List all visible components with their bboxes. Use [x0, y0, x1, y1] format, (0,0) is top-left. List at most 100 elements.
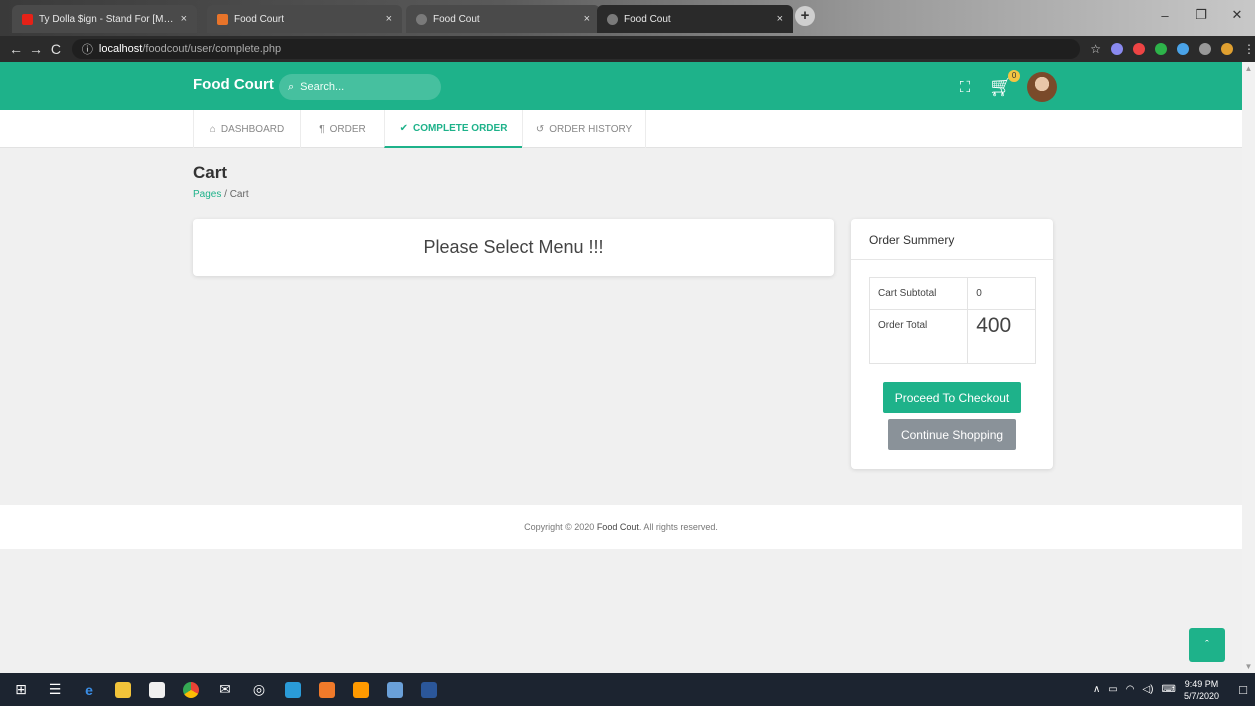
keyboard-icon[interactable]: ⌨: [1162, 684, 1176, 695]
close-tab-icon[interactable]: ×: [386, 13, 392, 25]
notification-icon[interactable]: □: [1231, 682, 1255, 697]
close-tab-icon[interactable]: ×: [584, 13, 590, 25]
cart-count-badge: 0: [1008, 70, 1021, 82]
chrome-icon[interactable]: [176, 675, 206, 705]
tab-order-history[interactable]: ↺ ORDER HISTORY: [522, 110, 646, 148]
clock[interactable]: 9:49 PM 5/7/2020: [1184, 678, 1219, 702]
close-tab-icon[interactable]: ×: [181, 13, 187, 25]
copyright-text: Copyright © 2020: [524, 522, 597, 532]
breadcrumb: Pages / Cart: [193, 189, 249, 200]
scroll-down-arrow-icon[interactable]: ▼: [1242, 662, 1255, 671]
table-row: Cart Subtotal 0: [868, 277, 1036, 310]
windows-taskbar: ⊞ ☰ e ✉ ◎ ∧ ▭ ◠ ◁) ⌨ 9:49 PM 5/7/2020 □: [0, 673, 1255, 706]
clock-date: 5/7/2020: [1183, 690, 1219, 701]
url-path: /foodcout/user/complete.php: [142, 43, 282, 55]
maximize-button[interactable]: ❐: [1183, 0, 1219, 30]
bookmark-star-icon[interactable]: ☆: [1090, 42, 1101, 56]
window-controls: – ❐ ✕: [1147, 0, 1255, 30]
profile-icon[interactable]: [1221, 43, 1233, 55]
tab-label: ORDER HISTORY: [549, 123, 633, 135]
extension-icon[interactable]: [1199, 43, 1211, 55]
globe-icon: [416, 13, 427, 25]
breadcrumb-current: Cart: [229, 189, 249, 200]
empty-cart-message: Please Select Menu !!!: [423, 237, 604, 257]
volume-icon[interactable]: ◁): [1142, 684, 1153, 695]
browser-tab-youtube[interactable]: Ty Dolla $ign - Stand For [M… ×: [12, 5, 197, 33]
back-arrow-icon[interactable]: ←: [6, 41, 26, 57]
address-bar: ← → C ⓘ localhost /foodcout/user/complet…: [0, 36, 1255, 62]
tab-order[interactable]: ¶ ORDER: [300, 110, 384, 148]
page-title: Cart: [193, 163, 228, 182]
tab-complete-order[interactable]: ✔ COMPLETE ORDER: [384, 110, 522, 148]
battery-icon[interactable]: ▭: [1108, 684, 1117, 695]
file-explorer-icon[interactable]: [108, 675, 138, 705]
header-icons: ⛶ 🛒︎ 0: [955, 70, 1058, 102]
tab-dashboard[interactable]: ⌂ DASHBOARD: [193, 110, 300, 148]
wifi-icon[interactable]: ◠: [1126, 684, 1135, 695]
breadcrumb-pages-link[interactable]: Pages: [193, 189, 221, 200]
tab-title: Food Cout: [624, 13, 671, 25]
info-icon[interactable]: ⓘ: [82, 41, 93, 57]
globe-icon: [607, 13, 618, 25]
extension-icon[interactable]: [1111, 43, 1123, 55]
system-tray: ∧ ▭ ◠ ◁) ⌨ 9:49 PM 5/7/2020 □: [1093, 673, 1255, 706]
forward-arrow-icon[interactable]: →: [26, 41, 46, 57]
xampp-icon[interactable]: [312, 675, 342, 705]
cart-card: Please Select Menu !!!: [193, 219, 834, 276]
proceed-to-checkout-button[interactable]: Proceed To Checkout: [883, 382, 1021, 413]
extension-icon[interactable]: [1155, 43, 1167, 55]
browser-tab-food-cout-active[interactable]: Food Cout ×: [597, 5, 793, 33]
tab-label: COMPLETE ORDER: [412, 122, 508, 134]
edge-icon[interactable]: e: [74, 675, 104, 705]
extension-icon[interactable]: [1133, 43, 1145, 55]
tab-title: Ty Dolla $ign - Stand For [M…: [39, 13, 174, 25]
word-icon[interactable]: [414, 675, 444, 705]
close-tab-icon[interactable]: ×: [777, 13, 783, 25]
search-box[interactable]: ⌕: [279, 74, 441, 100]
summary-table: Cart Subtotal 0 Order Total 400: [868, 277, 1036, 364]
close-window-button[interactable]: ✕: [1219, 0, 1255, 30]
browser-tab-food-court[interactable]: Food Court ×: [207, 5, 402, 33]
windows-start-icon[interactable]: ⊞: [6, 675, 36, 705]
page-scrollbar[interactable]: ▲ ▼: [1242, 62, 1255, 673]
paint-icon[interactable]: [380, 675, 410, 705]
continue-shopping-button[interactable]: Continue Shopping: [888, 419, 1016, 450]
store-icon[interactable]: [142, 675, 172, 705]
home-icon: ⌂: [209, 123, 216, 135]
tray-chevron-icon[interactable]: ∧: [1093, 684, 1100, 695]
tab-label: DASHBOARD: [220, 123, 285, 135]
clock-time: 9:49 PM: [1184, 678, 1219, 689]
media-icon[interactable]: ◎: [244, 675, 274, 705]
scroll-to-top-button[interactable]: ˆ: [1189, 628, 1225, 662]
cart-icon[interactable]: 🛒︎ 0: [989, 70, 1021, 99]
extensions-area: ☆ ⋮: [1090, 42, 1255, 56]
search-icon: ⌕: [288, 80, 295, 93]
footer-brand-link[interactable]: Food Cout: [597, 522, 639, 532]
scroll-up-arrow-icon[interactable]: ▲: [1242, 64, 1255, 73]
table-row: Order Total 400: [868, 309, 1036, 364]
browser-tab-food-cout[interactable]: Food Cout ×: [406, 5, 600, 33]
brand-logo[interactable]: Food Court: [193, 76, 274, 93]
sublime-icon[interactable]: [346, 675, 376, 705]
extension-icon[interactable]: [1177, 43, 1189, 55]
search-input[interactable]: [300, 81, 421, 93]
app-icon[interactable]: [278, 675, 308, 705]
new-tab-button[interactable]: +: [795, 6, 815, 26]
fullscreen-icon[interactable]: ⛶: [955, 79, 975, 96]
copyright-suffix: . All rights reserved.: [638, 522, 718, 532]
cutlery-icon: ¶: [319, 123, 325, 135]
mail-icon[interactable]: ✉: [210, 675, 240, 705]
order-summary-card: Order Summery Cart Subtotal 0 Order Tota…: [851, 219, 1053, 469]
task-view-icon[interactable]: ☰: [40, 675, 70, 705]
avatar[interactable]: [1027, 72, 1058, 102]
url-field[interactable]: ⓘ localhost /foodcout/user/complete.php: [71, 39, 1081, 59]
order-total-value: 400: [967, 309, 1036, 364]
footer: Copyright © 2020 Food Cout. All rights r…: [0, 505, 1242, 549]
order-total-label: Order Total: [868, 309, 969, 364]
minimize-button[interactable]: –: [1147, 0, 1183, 30]
reload-icon[interactable]: C: [46, 41, 66, 57]
browser-menu-icon[interactable]: ⋮: [1243, 42, 1255, 56]
tab-label: ORDER: [329, 123, 366, 135]
breadcrumb-separator: /: [224, 189, 227, 200]
browser-tab-strip: Ty Dolla $ign - Stand For [M… × Food Cou…: [0, 0, 1255, 36]
